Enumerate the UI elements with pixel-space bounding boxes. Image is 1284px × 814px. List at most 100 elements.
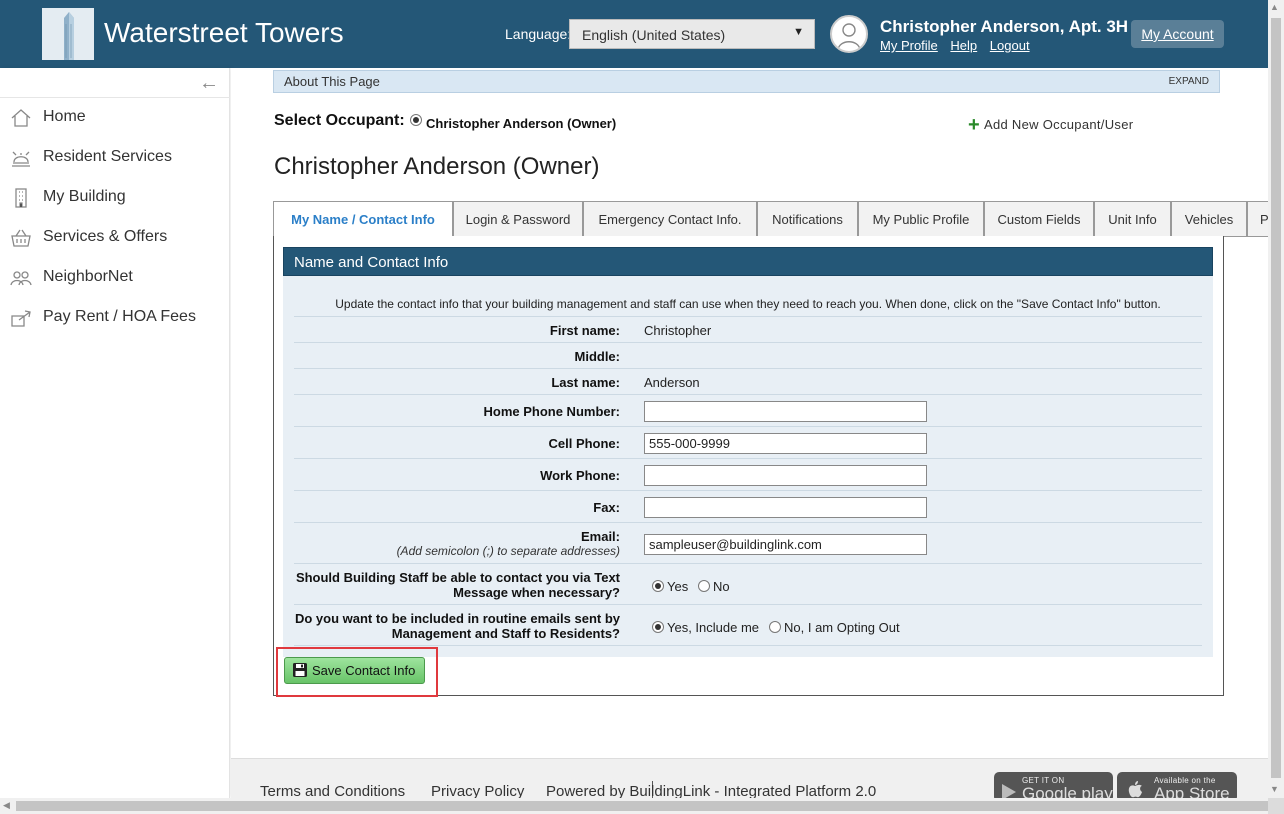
tab-emergency-contact[interactable]: Emergency Contact Info. [583,201,757,237]
user-name: Christopher Anderson, Apt. 3H [880,17,1129,36]
occupant-name[interactable]: Christopher Anderson (Owner) [426,116,616,131]
basket-icon [11,229,31,247]
logout-link[interactable]: Logout [990,38,1030,53]
language-select[interactable]: English (United States) ▼ [569,19,815,49]
sms-question-line2: Message when necessary? [453,585,620,600]
first-name-row: First name: Christopher [294,317,1202,343]
my-profile-link[interactable]: My Profile [880,38,938,53]
sms-yes-radio[interactable] [652,580,664,592]
chevron-down-icon: ▼ [793,26,804,38]
save-button-label: Save Contact Info [312,663,416,678]
sms-question-line1: Should Building Staff be able to contact… [295,570,620,585]
apple-icon [1128,781,1142,798]
people-icon [10,271,32,286]
sidebar-item-neighbornet[interactable]: NeighborNet [0,258,230,298]
email-hint: (Add semicolon (;) to separate addresses… [396,544,620,558]
panel-title: Name and Contact Info [294,254,449,271]
sms-no-option[interactable]: No [698,579,730,594]
tab-bar: My Name / Contact Info Login & Password … [273,201,1277,238]
routine-emails-line2: Management and Staff to Residents? [391,626,620,641]
sidebar-item-services-offers[interactable]: Services & Offers [0,218,230,258]
fax-label: Fax: [593,500,620,515]
emails-yes-radio[interactable] [652,621,664,633]
top-header: Waterstreet Towers Language: English (Un… [0,0,1268,68]
sms-no-radio[interactable] [698,580,710,592]
add-occupant-label: Add New Occupant/User [983,117,1134,132]
cell-phone-row: Cell Phone: [294,427,1202,459]
about-this-page-bar[interactable]: About This Page EXPAND [273,70,1220,93]
scroll-left-icon[interactable]: ◀ [3,800,10,811]
page-title: Christopher Anderson (Owner) [274,153,600,180]
horizontal-scrollbar-thumb[interactable] [16,801,1268,811]
collapse-sidebar-icon[interactable]: ← [199,72,219,95]
help-link[interactable]: Help [950,38,977,53]
work-phone-row: Work Phone: [294,459,1202,491]
brand-name[interactable]: Waterstreet Towers [104,17,344,49]
tab-custom-fields[interactable]: Custom Fields [984,201,1094,237]
my-account-button[interactable]: My Account [1131,20,1224,48]
sms-row: Should Building Staff be able to contact… [294,564,1202,605]
middle-label: Middle: [574,349,621,364]
tab-login-password[interactable]: Login & Password [453,201,583,237]
language-value: English (United States) [582,27,726,43]
sidebar: ← Home Resident Services My Building Ser… [0,68,230,798]
tab-unit-info[interactable]: Unit Info [1094,201,1171,237]
avatar[interactable] [830,15,868,53]
home-phone-label: Home Phone Number: [483,404,620,419]
building-logo[interactable] [42,8,94,60]
occupant-radio[interactable] [410,114,422,126]
emails-no-option[interactable]: No, I am Opting Out [769,620,900,635]
cell-phone-input[interactable] [644,433,927,454]
sms-question: Should Building Staff be able to contact… [296,570,620,600]
payment-icon [11,310,31,327]
emails-no-label: No, I am Opting Out [784,620,900,635]
emails-no-radio[interactable] [769,621,781,633]
email-input[interactable] [644,534,927,555]
sms-yes-option[interactable]: Yes [652,579,688,594]
fax-row: Fax: [294,491,1202,523]
plus-icon: + [968,114,980,136]
about-title: About This Page [284,74,380,89]
sidebar-item-label: My Building [43,188,126,205]
emails-yes-option[interactable]: Yes, Include me [652,620,759,635]
fax-input[interactable] [644,497,927,518]
tab-vehicles[interactable]: Vehicles [1171,201,1247,237]
first-name-value: Christopher [644,323,712,338]
select-occupant-label: Select Occupant: [274,112,405,129]
panel-header: Name and Contact Info [283,247,1213,276]
add-occupant-link[interactable]: + Add New Occupant/User [968,114,1133,137]
tab-my-name-contact-info[interactable]: My Name / Contact Info [273,201,453,238]
work-phone-input[interactable] [644,465,927,486]
middle-row: Middle: [294,343,1202,369]
last-name-value: Anderson [644,375,700,390]
sidebar-item-my-building[interactable]: My Building [0,178,230,218]
save-contact-info-button[interactable]: Save Contact Info [284,657,425,684]
tab-notifications[interactable]: Notifications [757,201,858,237]
first-name-label: First name: [549,323,620,338]
routine-emails-row: Do you want to be included in routine em… [294,605,1202,646]
sidebar-item-label: NeighborNet [43,268,133,285]
floppy-disk-icon [293,663,307,677]
email-row: Email: (Add semicolon (;) to separate ad… [294,523,1202,564]
tab-public-profile[interactable]: My Public Profile [858,201,984,237]
scroll-up-icon[interactable]: ▲ [1270,2,1279,12]
email-label: Email: (Add semicolon (;) to separate ad… [397,529,620,559]
home-icon [11,109,31,127]
sidebar-item-label: Services & Offers [43,228,168,245]
sidebar-item-resident-services[interactable]: Resident Services [0,138,230,178]
home-phone-input[interactable] [644,401,927,422]
work-phone-label: Work Phone: [540,468,620,483]
sidebar-item-pay-rent[interactable]: Pay Rent / HOA Fees [0,298,230,338]
expand-link[interactable]: EXPAND [1169,76,1209,87]
building-icon [15,188,27,208]
scroll-down-icon[interactable]: ▼ [1270,784,1279,794]
service-bell-icon [12,151,30,167]
routine-emails-question: Do you want to be included in routine em… [295,611,620,641]
intro-text: Update the contact info that your buildi… [294,291,1202,317]
vertical-scrollbar-thumb[interactable] [1271,18,1281,778]
routine-emails-line1: Do you want to be included in routine em… [294,611,620,626]
sidebar-item-home[interactable]: Home [0,98,230,138]
user-links: My Profile Help Logout [880,38,1039,53]
emails-yes-label: Yes, Include me [667,620,760,635]
sms-no-label: No [713,579,730,594]
